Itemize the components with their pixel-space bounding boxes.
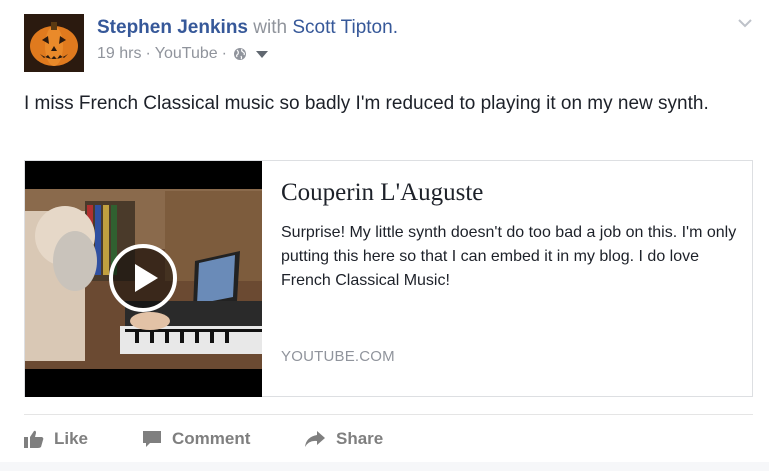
play-icon[interactable] — [108, 243, 178, 313]
feed-post: Stephen Jenkins with Scott Tipton. 19 hr… — [0, 0, 769, 471]
share-icon — [305, 431, 325, 447]
separator: · — [145, 45, 151, 62]
avatar[interactable] — [24, 14, 84, 72]
caret-down-icon[interactable] — [255, 49, 269, 59]
post-message: I miss French Classical music so badly I… — [24, 93, 709, 114]
author-name-link[interactable]: Stephen Jenkins — [97, 17, 248, 38]
pumpkin-avatar-image — [24, 14, 84, 72]
like-label: Like — [54, 429, 89, 448]
post-source[interactable]: YouTube — [155, 44, 218, 64]
like-button[interactable]: Like — [24, 424, 88, 454]
share-button[interactable]: Share — [304, 424, 383, 454]
with-text: with — [253, 17, 288, 38]
separator: · — [221, 45, 227, 62]
tagged-user-link[interactable]: Scott Tipton. — [292, 17, 398, 38]
comment-icon — [143, 431, 161, 447]
author-line: Stephen Jenkins with Scott Tipton. — [97, 15, 398, 41]
link-domain: YOUTUBE.COM — [281, 348, 395, 365]
post-meta: 19 hrs · YouTube · — [97, 44, 398, 64]
globe-icon[interactable] — [233, 47, 247, 61]
share-label: Share — [336, 429, 384, 448]
post-header: Stephen Jenkins with Scott Tipton. 19 hr… — [97, 15, 398, 64]
feed-separator — [0, 462, 769, 471]
link-description: Surprise! My little synth doesn't do too… — [281, 224, 737, 289]
comment-button[interactable]: Comment — [142, 424, 250, 454]
thumbs-up-icon — [24, 430, 44, 448]
link-title[interactable]: Couperin L'Auguste — [281, 177, 741, 209]
chevron-down-icon[interactable] — [735, 14, 755, 32]
video-thumbnail[interactable] — [25, 161, 262, 397]
link-preview-card[interactable]: Couperin L'Auguste Surprise! My little s… — [24, 160, 753, 397]
divider — [24, 414, 753, 415]
link-preview-text: Couperin L'Auguste Surprise! My little s… — [281, 177, 741, 293]
post-timestamp[interactable]: 19 hrs — [97, 44, 141, 64]
comment-label: Comment — [172, 429, 251, 448]
